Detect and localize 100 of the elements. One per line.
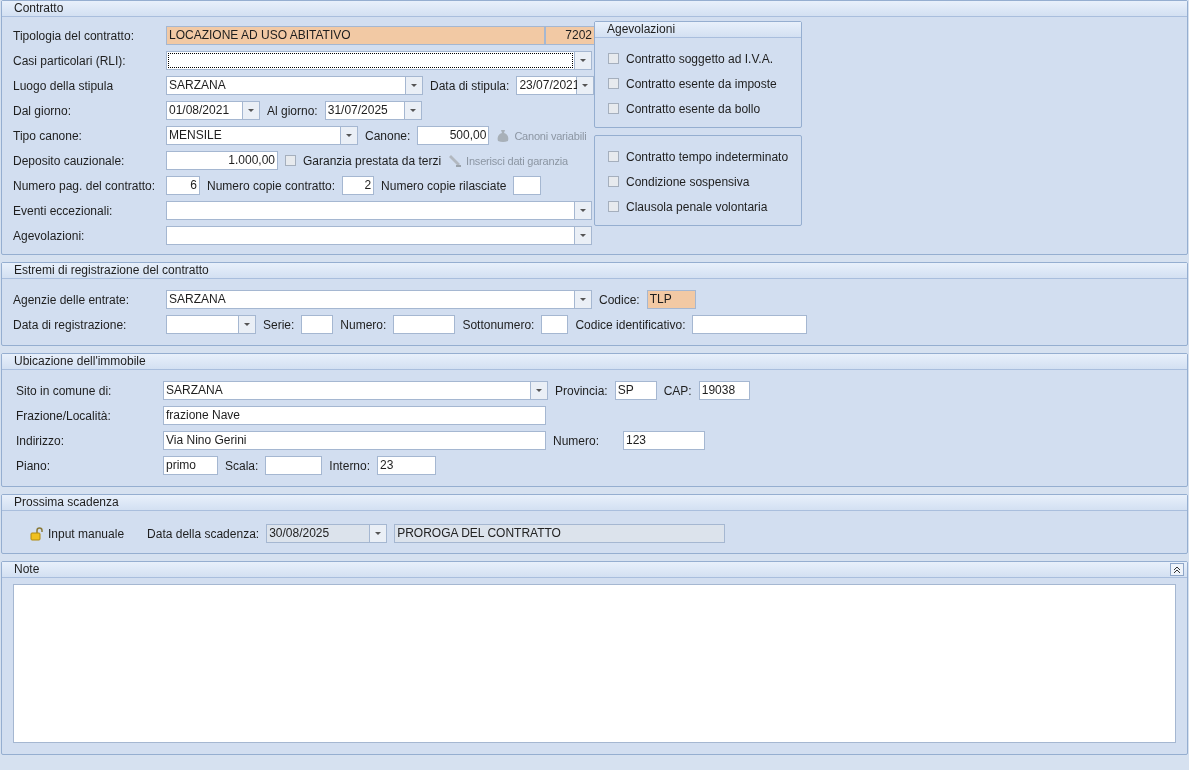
caret-icon — [579, 58, 587, 63]
text-field[interactable]: Via Nino Gerini — [163, 431, 546, 450]
checkbox[interactable] — [608, 78, 619, 89]
field-label: Casi particolari (RLI): — [13, 53, 127, 68]
checkbox-label: Condizione sospensiva — [626, 174, 750, 189]
text-field[interactable] — [301, 315, 334, 334]
dropdown-button[interactable] — [370, 524, 388, 543]
text-field[interactable]: 1.000,00 — [166, 151, 278, 170]
dropdown-button[interactable] — [575, 51, 592, 70]
section-title: Note — [14, 562, 40, 577]
text-field[interactable]: LOCAZIONE AD USO ABITATIVO — [166, 26, 545, 45]
notes-field[interactable] — [13, 584, 1176, 743]
field-label: Numero pag. del contratto: — [13, 178, 157, 193]
caret-icon — [579, 297, 587, 302]
text-field[interactable]: 123 — [623, 431, 705, 450]
text-field[interactable]: 19038 — [698, 381, 750, 400]
field-label: Interno: — [329, 458, 371, 473]
caret-icon — [579, 208, 587, 213]
field-label: Numero: — [340, 317, 387, 332]
section-title: Prossima scadenza — [14, 495, 119, 510]
text-field[interactable]: primo — [163, 456, 218, 475]
field-label: Numero: — [553, 433, 599, 448]
dropdown-field[interactable]: SARZANA — [166, 290, 575, 309]
checkbox[interactable] — [608, 201, 619, 212]
chevron-icon — [1173, 565, 1181, 574]
caret-icon — [243, 322, 251, 327]
checkbox[interactable] — [608, 53, 619, 64]
money-bag-icon — [496, 128, 511, 143]
caret-icon — [579, 233, 587, 238]
checkbox-label: Contratto esente da imposte — [626, 76, 777, 91]
section-title: Ubicazione dell'immobile — [14, 354, 146, 369]
padlock-icon — [30, 526, 44, 541]
field-label: Tipo canone: — [13, 128, 83, 143]
dropdown-button[interactable] — [575, 290, 592, 309]
collapse-button[interactable] — [1170, 563, 1184, 576]
dropdown-field[interactable]: MENSILE — [166, 126, 341, 145]
field-label: Numero copie rilasciate — [381, 178, 507, 193]
code-field[interactable]: 7202 — [545, 26, 595, 45]
field-label: Codice: — [599, 292, 640, 307]
field-label: Provincia: — [555, 383, 608, 398]
text-field[interactable] — [265, 456, 323, 475]
section-title: Estremi di registrazione del contratto — [14, 263, 209, 278]
field-label: Eventi eccezionali: — [13, 203, 114, 218]
text-field[interactable] — [541, 315, 569, 334]
field-label: Luogo della stipula — [13, 78, 115, 93]
text-field[interactable]: 2 — [342, 176, 375, 195]
text-field[interactable]: frazione Nave — [163, 406, 546, 425]
text-field[interactable]: 500,00 — [417, 126, 490, 145]
stamp-icon — [448, 153, 463, 168]
date-field[interactable]: 01/08/2021 — [166, 101, 243, 120]
field-label: Tipologia del contratto: — [13, 28, 135, 43]
field-label: Data di registrazione: — [13, 317, 128, 332]
text-field[interactable] — [692, 315, 808, 334]
dropdown-field[interactable] — [166, 51, 575, 70]
text-field[interactable]: 23 — [377, 456, 437, 475]
text-field[interactable]: TLP — [646, 290, 696, 309]
field-label: Frazione/Località: — [16, 408, 112, 423]
field-label: Serie: — [263, 317, 295, 332]
dropdown-field[interactable]: SARZANA — [166, 76, 406, 95]
date-field[interactable]: 23/07/2021 — [516, 76, 578, 95]
checkbox[interactable] — [608, 151, 619, 162]
caret-icon — [247, 108, 255, 113]
dropdown-button[interactable] — [406, 76, 423, 95]
group-title: Agevolazioni — [607, 22, 676, 37]
dropdown-button[interactable] — [531, 381, 548, 400]
text-field[interactable] — [513, 176, 542, 195]
date-field[interactable]: 31/07/2025 — [324, 101, 405, 120]
checkbox[interactable] — [285, 155, 296, 166]
text-field[interactable]: SP — [614, 381, 657, 400]
dropdown-field[interactable] — [166, 201, 575, 220]
date-field[interactable] — [166, 315, 239, 334]
field-label: Agevolazioni: — [13, 228, 86, 243]
manual-input-button[interactable]: Input manuale — [30, 526, 125, 541]
field-label: Sottonumero: — [462, 317, 535, 332]
caret-icon — [408, 108, 417, 113]
field-label: Deposito cauzionale: — [13, 153, 126, 168]
dropdown-button[interactable] — [577, 76, 595, 95]
dropdown-field[interactable] — [166, 226, 575, 245]
dropdown-button[interactable] — [243, 101, 260, 120]
dropdown-button[interactable] — [575, 201, 592, 220]
checkbox-label: Contratto soggetto ad I.V.A. — [626, 51, 773, 66]
dropdown-button[interactable] — [239, 315, 256, 334]
field-label: Data di stipula: — [430, 78, 510, 93]
dropdown-field[interactable]: SARZANA — [163, 381, 531, 400]
dropdown-button[interactable] — [575, 226, 592, 245]
field-label: Scala: — [225, 458, 259, 473]
caret-icon — [345, 133, 353, 138]
text-field[interactable]: 6 — [166, 176, 200, 195]
checkbox[interactable] — [608, 103, 619, 114]
caret-icon — [535, 388, 543, 393]
checkbox[interactable] — [608, 176, 619, 187]
dropdown-button[interactable] — [341, 126, 358, 145]
field-label: Codice identificativo: — [575, 317, 686, 332]
caret-icon — [374, 531, 383, 536]
section-title: Contratto — [14, 1, 64, 16]
field-label: Data della scadenza: — [147, 526, 260, 541]
field-label: Canone: — [365, 128, 411, 143]
field-label: Sito in comune di: — [16, 383, 113, 398]
text-field[interactable] — [393, 315, 456, 334]
checkbox-label: Clausola penale volontaria — [626, 199, 768, 214]
